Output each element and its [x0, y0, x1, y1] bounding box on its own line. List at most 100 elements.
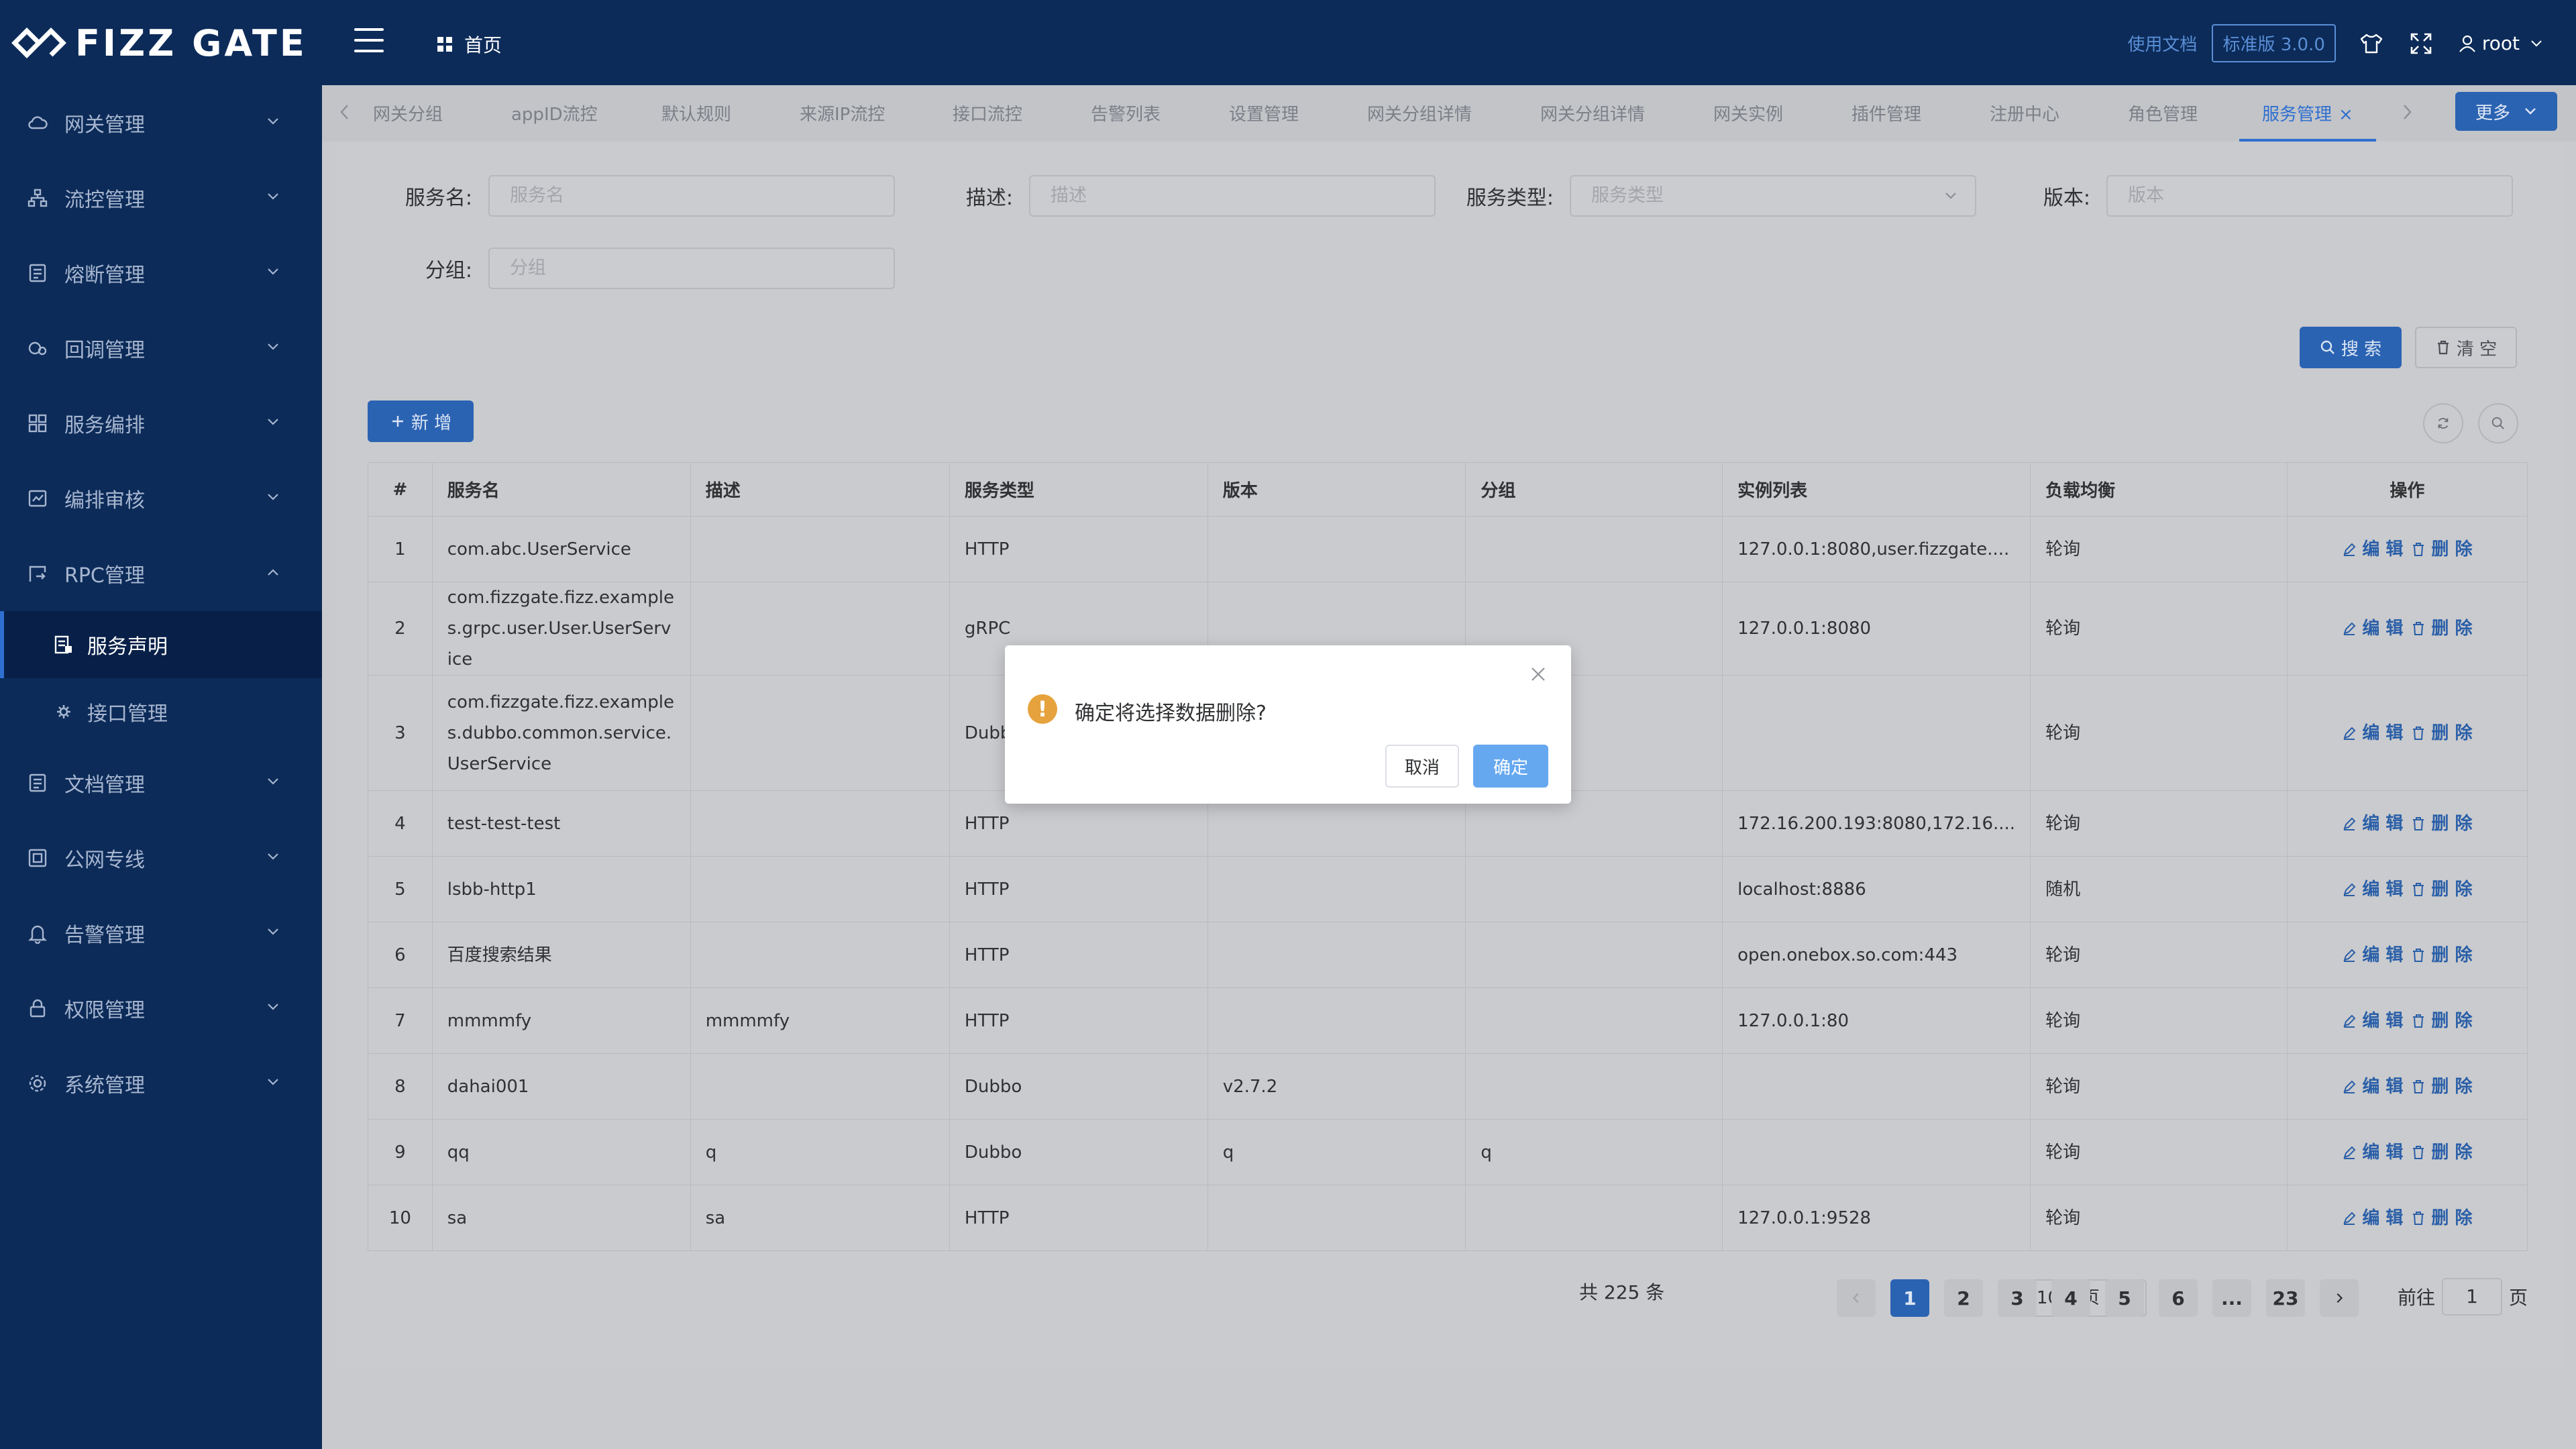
sidebar-item-gateway[interactable]: 网关管理	[0, 85, 322, 160]
bell-icon	[28, 925, 47, 944]
filter-service-type: 服务类型: 服务类型	[1440, 175, 1976, 217]
edit-button[interactable]: 编 辑	[2342, 1208, 2403, 1228]
edit-button[interactable]: 编 辑	[2342, 1011, 2403, 1031]
clear-button[interactable]: 清 空	[2415, 327, 2517, 368]
page-button-23[interactable]: 23	[2266, 1279, 2305, 1317]
cell-name: dahai001	[431, 1053, 691, 1120]
edit-button[interactable]: 编 辑	[2342, 539, 2403, 559]
tab-plugin-management[interactable]: 插件管理	[1851, 85, 1921, 139]
user-menu[interactable]: root	[2458, 32, 2549, 54]
trash-icon	[2413, 882, 2424, 896]
service-type-select[interactable]: 服务类型	[1570, 175, 1976, 217]
sidebar-item-audit[interactable]: 编排审核	[0, 461, 322, 536]
tab-gateway-group[interactable]: 网关分组	[373, 85, 443, 139]
home-link[interactable]: 首页	[437, 31, 502, 58]
close-icon[interactable]	[1529, 665, 1547, 683]
sidebar-item-docs[interactable]: 文档管理	[0, 745, 322, 820]
dialog-message: 确定将选择数据删除?	[1075, 702, 1267, 725]
table-row: 5 lsbb-http1 HTTP localhost:8886 随机编 辑删 除	[368, 856, 2528, 922]
delete-button[interactable]: 删 除	[2411, 723, 2472, 743]
sidebar-item-label: 流控管理	[64, 189, 145, 212]
edit-button[interactable]: 编 辑	[2342, 814, 2403, 834]
tab-interface-flow[interactable]: 接口流控	[953, 85, 1022, 139]
toggle-search-button[interactable]	[2478, 403, 2518, 443]
cell-load-balance: 轮询	[2030, 1053, 2288, 1120]
delete-button[interactable]: 删 除	[2411, 539, 2472, 559]
page-ellipsis[interactable]: ...	[2212, 1279, 2251, 1317]
close-icon[interactable]: ×	[2339, 105, 2353, 125]
edit-button[interactable]: 编 辑	[2342, 1142, 2403, 1163]
refresh-button[interactable]	[2423, 403, 2463, 443]
page-button-1[interactable]: 1	[1890, 1279, 1929, 1317]
tab-gateway-instances[interactable]: 网关实例	[1713, 85, 1783, 139]
sidebar-item-rpc[interactable]: RPC管理	[0, 536, 322, 611]
delete-button[interactable]: 删 除	[2411, 619, 2472, 639]
tab-source-ip-flow[interactable]: 来源IP流控	[800, 85, 885, 139]
tab-role-management[interactable]: 角色管理	[2128, 85, 2198, 139]
version-input[interactable]: 版本	[2106, 175, 2513, 217]
prev-page-button[interactable]	[1837, 1279, 1876, 1317]
page-button-5[interactable]: 5	[2105, 1279, 2144, 1317]
sidebar-item-flow[interactable]: 流控管理	[0, 160, 322, 235]
delete-button[interactable]: 删 除	[2411, 1011, 2472, 1031]
menu-toggle-icon[interactable]	[354, 28, 384, 52]
goto-page-input[interactable]: 1	[2442, 1278, 2503, 1316]
edit-button[interactable]: 编 辑	[2342, 879, 2403, 900]
tab-gateway-group-detail-2[interactable]: 网关分组详情	[1540, 85, 1645, 139]
sidebar-item-service-declaration[interactable]: 服务声明	[0, 611, 322, 678]
edit-button[interactable]: 编 辑	[2342, 945, 2403, 965]
chevron-down-icon	[268, 1004, 278, 1010]
shirt-icon[interactable]	[2359, 31, 2384, 56]
delete-button[interactable]: 删 除	[2411, 879, 2472, 900]
edit-button[interactable]: 编 辑	[2342, 723, 2403, 743]
cancel-button[interactable]: 取消	[1385, 745, 1459, 788]
filter-version: 版本: 版本	[1976, 175, 2513, 217]
delete-button[interactable]: 删 除	[2411, 1077, 2472, 1097]
tab-service-management[interactable]: 服务管理 ×	[2239, 85, 2376, 142]
cell-type: HTTP	[949, 516, 1208, 582]
delete-button[interactable]: 删 除	[2411, 1208, 2472, 1228]
tab-registry[interactable]: 注册中心	[1990, 85, 2059, 139]
tab-scroll-right-icon[interactable]	[2400, 103, 2414, 121]
sidebar-item-label: 接口管理	[87, 702, 168, 726]
tab-gateway-group-detail[interactable]: 网关分组详情	[1367, 85, 1472, 139]
tab-scroll-left-icon[interactable]	[338, 103, 352, 121]
delete-button[interactable]: 删 除	[2411, 945, 2472, 965]
tab-alert-list[interactable]: 告警列表	[1091, 85, 1161, 139]
logo-mark-icon	[11, 28, 66, 58]
sidebar-item-orchestration[interactable]: 服务编排	[0, 386, 322, 461]
description-input[interactable]: 描述	[1029, 175, 1436, 217]
search-button[interactable]: 搜 索	[2300, 327, 2402, 368]
next-page-button[interactable]	[2320, 1279, 2359, 1317]
trash-icon	[2413, 1211, 2424, 1225]
page-button-4[interactable]: 4	[2051, 1279, 2090, 1317]
page-button-6[interactable]: 6	[2159, 1279, 2198, 1317]
tab-appid-flow[interactable]: appID流控	[511, 85, 598, 139]
edit-button[interactable]: 编 辑	[2342, 619, 2403, 639]
cell-instances	[1722, 675, 2031, 791]
document-icon	[29, 773, 46, 792]
sidebar-item-alerts[interactable]: 告警管理	[0, 896, 322, 971]
sidebar-item-callback[interactable]: 回调管理	[0, 311, 322, 386]
docs-link[interactable]: 使用文档	[2127, 31, 2197, 56]
page-button-3[interactable]: 3	[1998, 1279, 2037, 1317]
confirm-button[interactable]: 确定	[1473, 745, 1548, 788]
tab-settings[interactable]: 设置管理	[1229, 85, 1299, 139]
delete-button[interactable]: 删 除	[2411, 1142, 2472, 1163]
group-input[interactable]: 分组	[488, 248, 895, 289]
edit-button[interactable]: 编 辑	[2342, 1077, 2403, 1097]
service-name-input[interactable]: 服务名	[488, 175, 895, 217]
more-tabs-button[interactable]: 更多	[2455, 92, 2557, 131]
fullscreen-icon[interactable]	[2408, 31, 2434, 56]
sidebar-item-public-network[interactable]: 公网专线	[0, 820, 322, 896]
sidebar-item-system[interactable]: 系统管理	[0, 1046, 322, 1121]
delete-button[interactable]: 删 除	[2411, 814, 2472, 834]
sidebar-item-permissions[interactable]: 权限管理	[0, 971, 322, 1046]
sidebar: 网关管理 流控管理 熔断管理 回调管理 服务编排 编排审核 RPC管理 服务声明…	[0, 85, 322, 1449]
add-button[interactable]: 新 增	[368, 400, 474, 442]
sidebar-item-interface-management[interactable]: 接口管理	[0, 678, 322, 745]
filter-service-name: 服务名: 服务名	[335, 175, 895, 217]
sidebar-item-fuse[interactable]: 熔断管理	[0, 235, 322, 311]
tab-default-rules[interactable]: 默认规则	[661, 85, 731, 139]
page-button-2[interactable]: 2	[1944, 1279, 1983, 1317]
